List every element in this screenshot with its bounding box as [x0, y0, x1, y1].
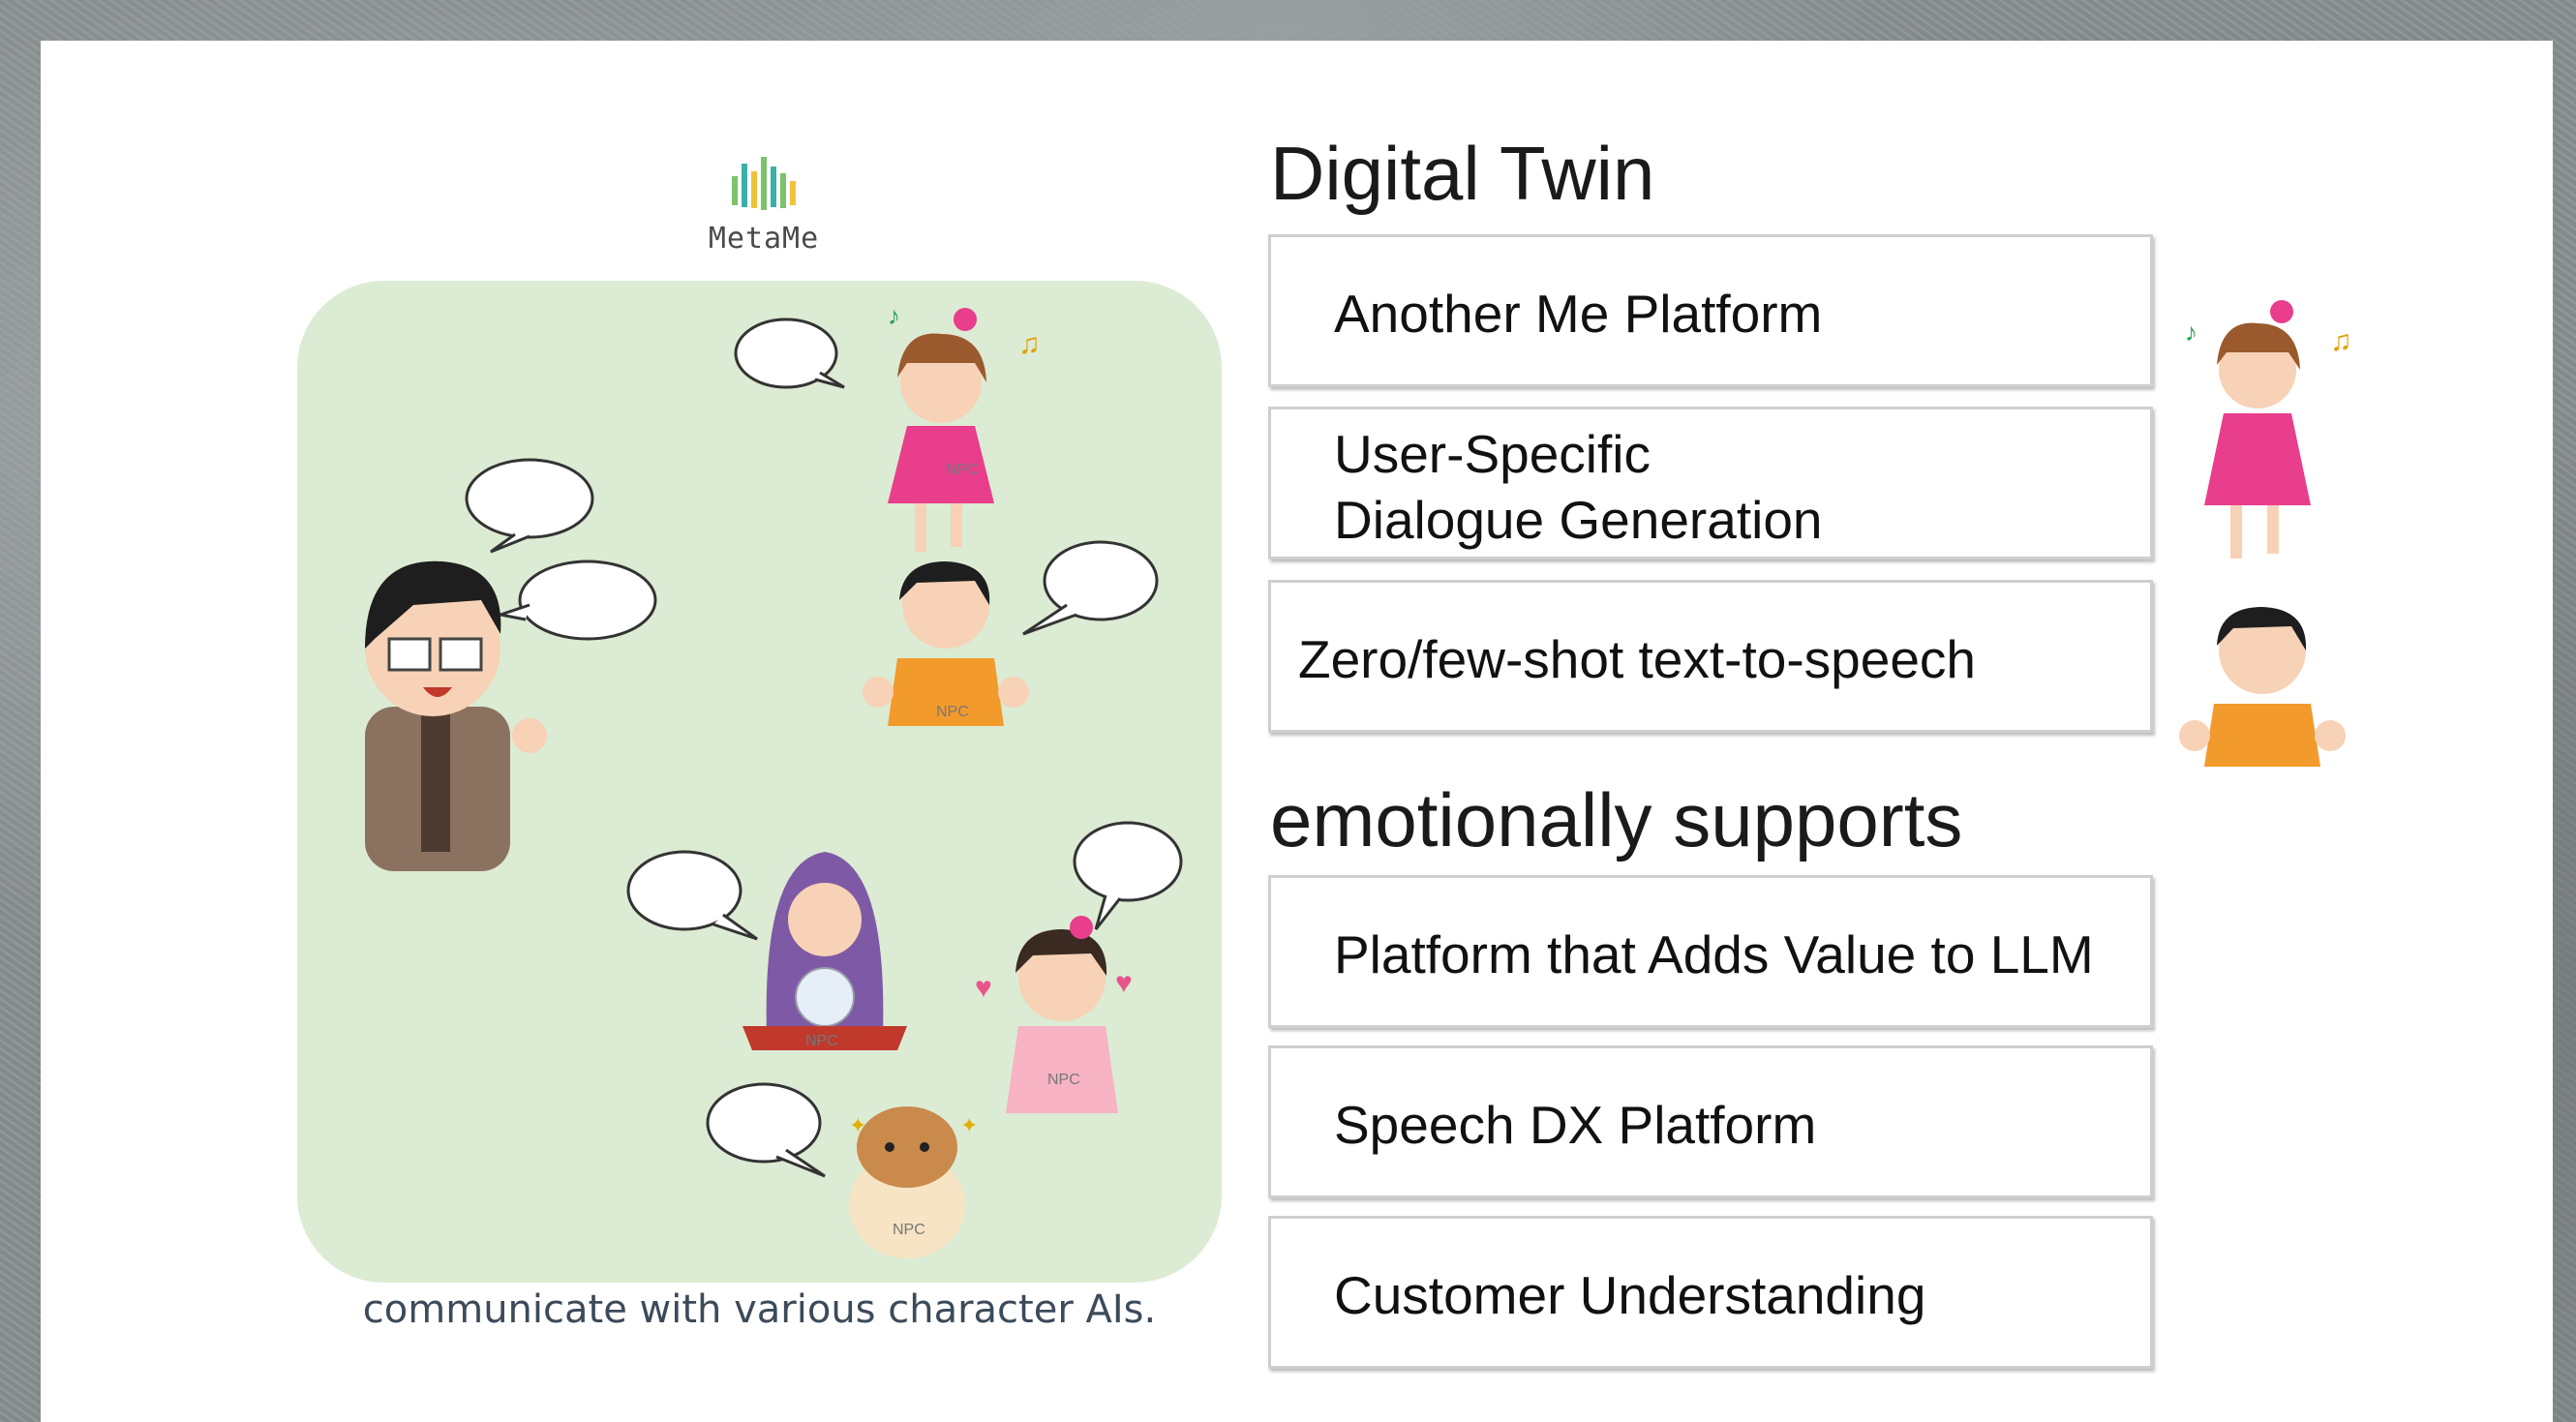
boy-icon: [2179, 607, 2346, 767]
feature-label: Speech DX Platform: [1334, 1095, 1817, 1155]
section-heading-emotional-support: emotionally supports: [1270, 777, 1963, 862]
side-characters: ♫ ♪: [2179, 300, 2352, 767]
svg-text:♥: ♥: [1115, 967, 1133, 999]
svg-text:♫: ♫: [2330, 325, 2352, 357]
scene-illustration: ♫ ♪ ♥ ♥ ✦ ✦ NPC NPC NPC NPC NPC: [365, 301, 1183, 1258]
feature-label: Another Me Platform: [1334, 284, 1823, 344]
feature-label: Platform that Adds Value to LLM: [1334, 924, 2094, 984]
speech-bubble-icon: [465, 458, 594, 554]
svg-text:♫: ♫: [1018, 328, 1041, 360]
npc-tag: NPC: [936, 704, 969, 720]
speech-bubble-icon: [1022, 540, 1159, 636]
speech-bubble-icon: [706, 1082, 826, 1178]
logo-name: MetaMe: [708, 222, 820, 256]
feature-box: Customer Understanding: [1268, 1216, 2153, 1369]
feature-box: Zero/few-shot text-to-speech: [1268, 580, 2153, 733]
npc-tag: NPC: [805, 1033, 838, 1049]
waveform-logo-icon: [732, 157, 796, 210]
section-heading-digital-twin: Digital Twin: [1270, 131, 1655, 216]
character-scene: ♫ ♪ ♥ ♥ ✦ ✦ NPC NPC NPC NPC NPC: [297, 281, 1222, 1283]
speech-bubble-icon: [626, 850, 758, 941]
singing-girl-npc-icon: ♫ ♪: [888, 301, 1041, 552]
svg-text:♪: ♪: [2185, 318, 2197, 347]
singing-girl-icon: ♫ ♪: [2185, 300, 2352, 559]
boy-npc-icon: [863, 561, 1029, 726]
fortune-teller-npc-icon: [742, 852, 907, 1050]
feature-box: Another Me Platform: [1268, 234, 2153, 387]
feature-box: Platform that Adds Value to LLM: [1268, 875, 2153, 1028]
scene-caption: communicate with various character AIs.: [362, 1287, 1157, 1332]
feature-label: User-Specific Dialogue Generation: [1334, 424, 1823, 550]
speech-bubble-icon: [1073, 821, 1183, 930]
svg-text:♥: ♥: [975, 972, 992, 1004]
npc-tag: NPC: [946, 462, 979, 478]
slide: MetaMe ♫ ♪ ♥ ♥ ✦ ✦ NPC NPC NPC NPC NPC c…: [41, 41, 2553, 1422]
svg-text:✦: ✦: [960, 1113, 978, 1137]
svg-text:♪: ♪: [888, 301, 900, 330]
npc-tag: NPC: [893, 1222, 925, 1238]
feature-box: User-Specific Dialogue Generation: [1268, 407, 2153, 560]
feature-box: Speech DX Platform: [1268, 1045, 2153, 1198]
feature-label: Customer Understanding: [1334, 1265, 1926, 1325]
npc-tag: NPC: [1047, 1072, 1080, 1088]
speech-bubble-icon: [734, 318, 845, 389]
svg-text:✦: ✦: [849, 1113, 866, 1137]
feature-label: Zero/few-shot text-to-speech: [1298, 629, 1977, 689]
speech-bubble-icon: [495, 560, 657, 641]
